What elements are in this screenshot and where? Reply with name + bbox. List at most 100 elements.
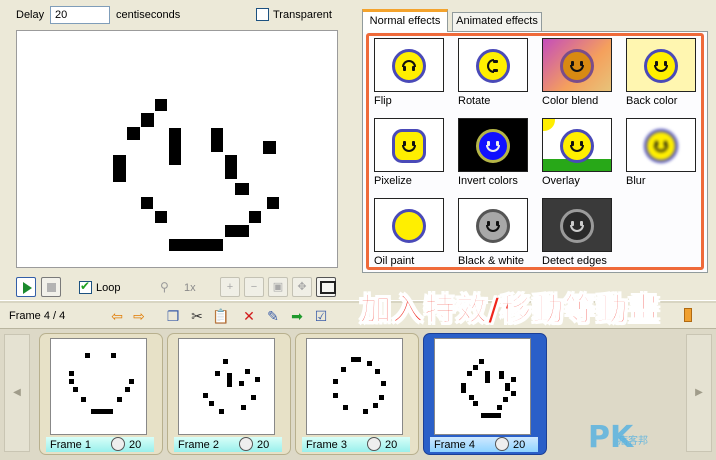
zoom-in-icon: + [226, 281, 234, 293]
insert-frame-icon[interactable]: ➡ [288, 307, 306, 325]
actual-size-icon: ✥ [297, 281, 307, 293]
canvas-pixel [169, 128, 181, 165]
zoom-in-button[interactable]: + [220, 277, 240, 297]
effect-thumb [626, 38, 696, 92]
smiley-icon [392, 129, 426, 163]
effect-invert-colors[interactable]: Invert colors [450, 114, 528, 190]
smiley-icon [560, 49, 594, 83]
watermark-subtext: 痞客邦 [618, 436, 648, 447]
canvas-pixel [113, 155, 126, 182]
effect-label: Flip [374, 95, 392, 107]
effect-blur[interactable]: Blur [618, 114, 696, 190]
canvas-pixel [249, 211, 261, 223]
smiley-icon [392, 209, 426, 243]
frame-image [50, 338, 147, 435]
canvas-pixel [267, 197, 279, 209]
stop-button[interactable] [41, 277, 61, 297]
frame-thumbnail-2[interactable]: Frame 2 20 [167, 333, 291, 455]
effect-label: Overlay [542, 175, 580, 187]
frame-name: Frame 3 [306, 439, 347, 451]
zoom-out-button[interactable]: − [244, 277, 264, 297]
paste-icon[interactable]: 📋 [212, 307, 230, 325]
effect-thumb [374, 38, 444, 92]
effect-label: Pixelize [374, 175, 412, 187]
effect-label: Blur [626, 175, 646, 187]
delete-icon[interactable]: ✕ [240, 307, 258, 325]
smiley-icon [644, 129, 678, 163]
effect-black-white[interactable]: Black & white [450, 194, 528, 270]
effect-detect-edges[interactable]: Detect edges [534, 194, 612, 270]
frame-image [178, 338, 275, 435]
caption-text: 加入特效/移動等動畫 [359, 292, 661, 329]
effect-back-color[interactable]: Back color [618, 34, 696, 110]
effect-pixelize[interactable]: Pixelize [366, 114, 444, 190]
effect-color-blend[interactable]: Color blend [534, 34, 612, 110]
canvas-pixel [235, 183, 249, 195]
smiley-icon [476, 209, 510, 243]
fit-button[interactable]: ▣ [268, 277, 288, 297]
effect-rotate[interactable]: Rotate [450, 34, 528, 110]
clock-icon [239, 437, 253, 451]
scroll-right-button[interactable]: ▶ [686, 334, 712, 452]
frame-image [306, 338, 403, 435]
canvas-pixel [155, 99, 167, 111]
canvas-pixel [141, 197, 153, 209]
delay-input[interactable] [50, 6, 110, 24]
frame-thumbnail-4[interactable]: Frame 4 20 [423, 333, 547, 455]
effect-thumb [458, 198, 528, 252]
delay-label: Delay [16, 9, 45, 21]
effect-thumb [542, 118, 612, 172]
frame-thumbnail-1[interactable]: Frame 1 20 [39, 333, 163, 455]
effect-label: Invert colors [458, 175, 518, 187]
check-icon: ✔ [80, 279, 91, 293]
copy-icon[interactable]: ❐ [164, 307, 182, 325]
pencil-icon[interactable]: ✎ [264, 307, 282, 325]
loop-label: Loop [96, 282, 121, 294]
canvas-pixel [237, 225, 249, 237]
effect-thumb [542, 38, 612, 92]
monitor-button[interactable] [316, 277, 336, 297]
slider-handle[interactable] [684, 308, 692, 322]
frame-counter: Frame 4 / 4 [9, 310, 66, 322]
effect-overlay[interactable]: Overlay [534, 114, 612, 190]
smiley-icon [392, 49, 426, 83]
effect-label: Rotate [458, 95, 491, 107]
arrow-right-icon[interactable]: ⇨ [130, 307, 148, 325]
fit-icon: ▣ [272, 281, 284, 293]
zoom-level: 1x [184, 282, 196, 294]
arrow-left-icon[interactable]: ⇦ [108, 307, 126, 325]
properties-icon[interactable]: ☑ [312, 307, 330, 325]
transparent-checkbox[interactable] [256, 8, 269, 21]
cut-icon[interactable]: ✂ [188, 307, 206, 325]
frame-preview-canvas[interactable] [16, 30, 338, 268]
scroll-left-button[interactable]: ◀ [4, 334, 30, 452]
effect-thumb [374, 198, 444, 252]
play-button[interactable] [16, 277, 36, 297]
smiley-icon [560, 209, 594, 243]
frame-thumbnail-3[interactable]: Frame 3 20 [295, 333, 419, 455]
frame-delay: 20 [513, 439, 526, 451]
zoom-out-icon: − [250, 281, 258, 293]
magnifier-icon: ⚲ [160, 280, 169, 294]
canvas-pixel [263, 141, 276, 154]
frame-name: Frame 4 [434, 439, 475, 451]
smiley-icon [476, 129, 510, 163]
smiley-icon [644, 49, 678, 83]
delay-unit-label: centiseconds [116, 9, 181, 21]
canvas-pixel [225, 225, 237, 237]
effect-label: Oil paint [374, 255, 415, 267]
canvas-pixel [127, 127, 140, 140]
clock-icon [367, 437, 381, 451]
effect-oil-paint[interactable]: Oil paint [366, 194, 444, 270]
frame-delay: 20 [385, 439, 398, 451]
effect-thumb [374, 118, 444, 172]
effect-label: Color blend [542, 95, 599, 107]
effect-flip[interactable]: Flip [366, 34, 444, 110]
tab-normal-effects[interactable]: Normal effects [362, 9, 448, 32]
chevron-right-icon: ▶ [695, 387, 703, 398]
actual-size-button[interactable]: ✥ [292, 277, 312, 297]
tab-animated-effects[interactable]: Animated effects [452, 12, 542, 31]
canvas-pixel [225, 155, 237, 179]
smiley-icon [560, 129, 594, 163]
clock-icon [111, 437, 125, 451]
